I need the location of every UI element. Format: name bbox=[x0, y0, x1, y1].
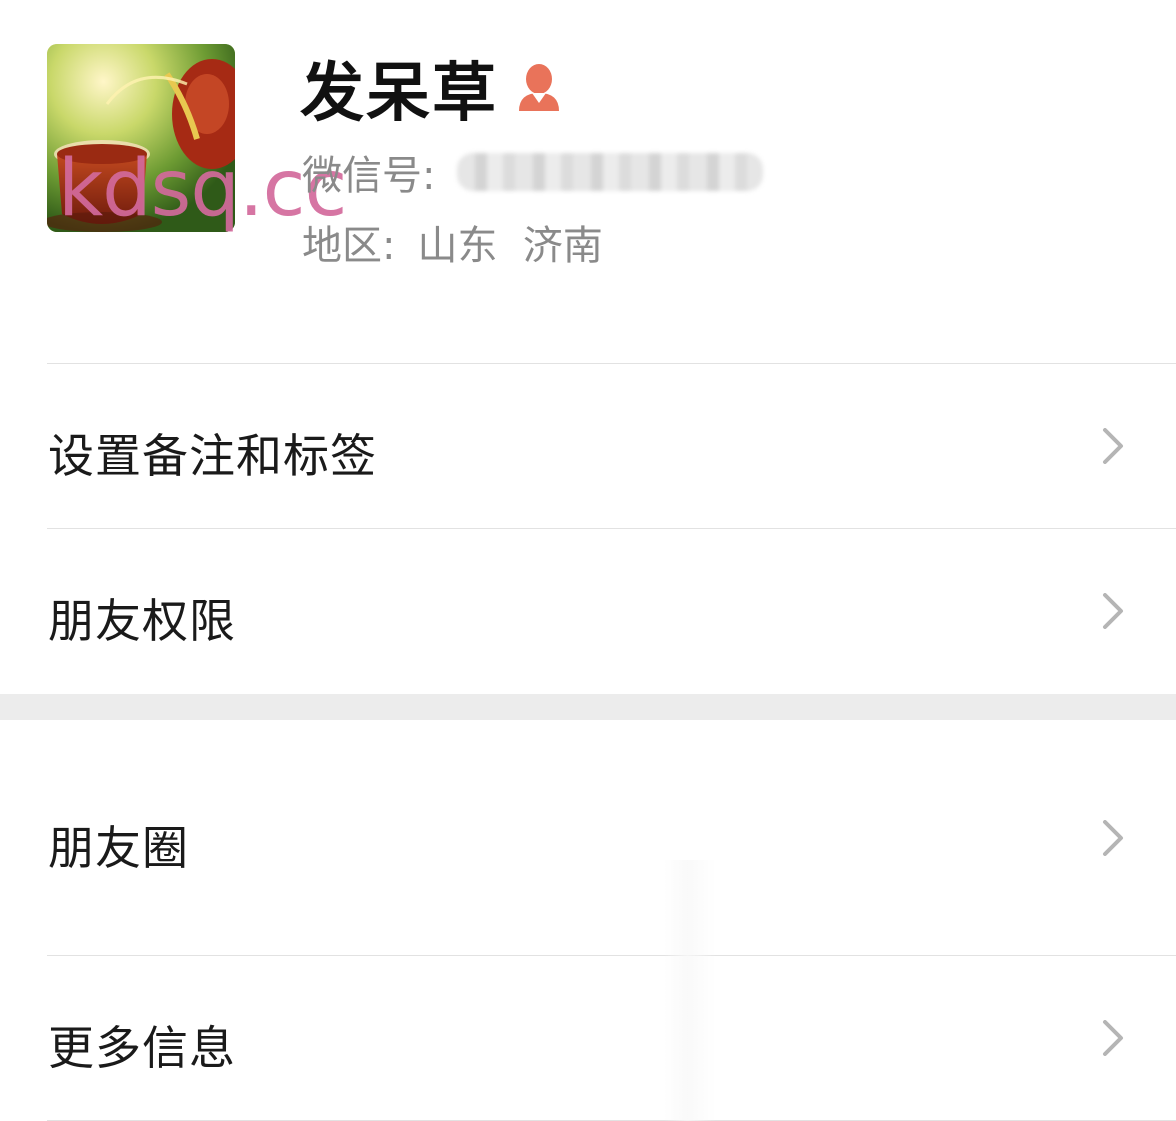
region-row: 地区: 山东 济南 bbox=[302, 216, 603, 269]
female-person-icon bbox=[516, 63, 562, 113]
wechat-id-value-blurred bbox=[457, 153, 764, 191]
region-label: 地区: bbox=[302, 223, 396, 269]
wechat-id-label: 微信号: bbox=[302, 153, 436, 199]
chevron-right-icon bbox=[1102, 428, 1124, 464]
menu-item-remark-tags[interactable]: 设置备注和标签 bbox=[0, 364, 1176, 528]
menu-item-label: 朋友权限 bbox=[48, 594, 236, 648]
chevron-right-icon bbox=[1102, 593, 1124, 629]
chevron-right-icon bbox=[1102, 820, 1124, 856]
menu-item-more-info[interactable]: 更多信息 bbox=[0, 956, 1176, 1120]
menu-item-label: 设置备注和标签 bbox=[48, 429, 377, 483]
menu-item-label: 更多信息 bbox=[48, 1021, 236, 1075]
name-row: 发呆草 bbox=[300, 48, 562, 131]
region-value: 山东 济南 bbox=[417, 223, 603, 269]
wechat-id-row: 微信号: bbox=[302, 146, 764, 199]
menu-item-friend-permissions[interactable]: 朋友权限 bbox=[0, 529, 1176, 694]
section-separator bbox=[0, 694, 1176, 720]
image-artifact-streak bbox=[664, 860, 716, 1121]
menu-item-label: 朋友圈 bbox=[48, 821, 189, 875]
contact-name: 发呆草 bbox=[300, 57, 498, 131]
profile-header: kdsq.cc 发呆草 微信号: 地区: 山东 济南 bbox=[0, 0, 1176, 364]
menu-item-moments[interactable]: 朋友圈 bbox=[0, 720, 1176, 955]
chevron-right-icon bbox=[1102, 1020, 1124, 1056]
